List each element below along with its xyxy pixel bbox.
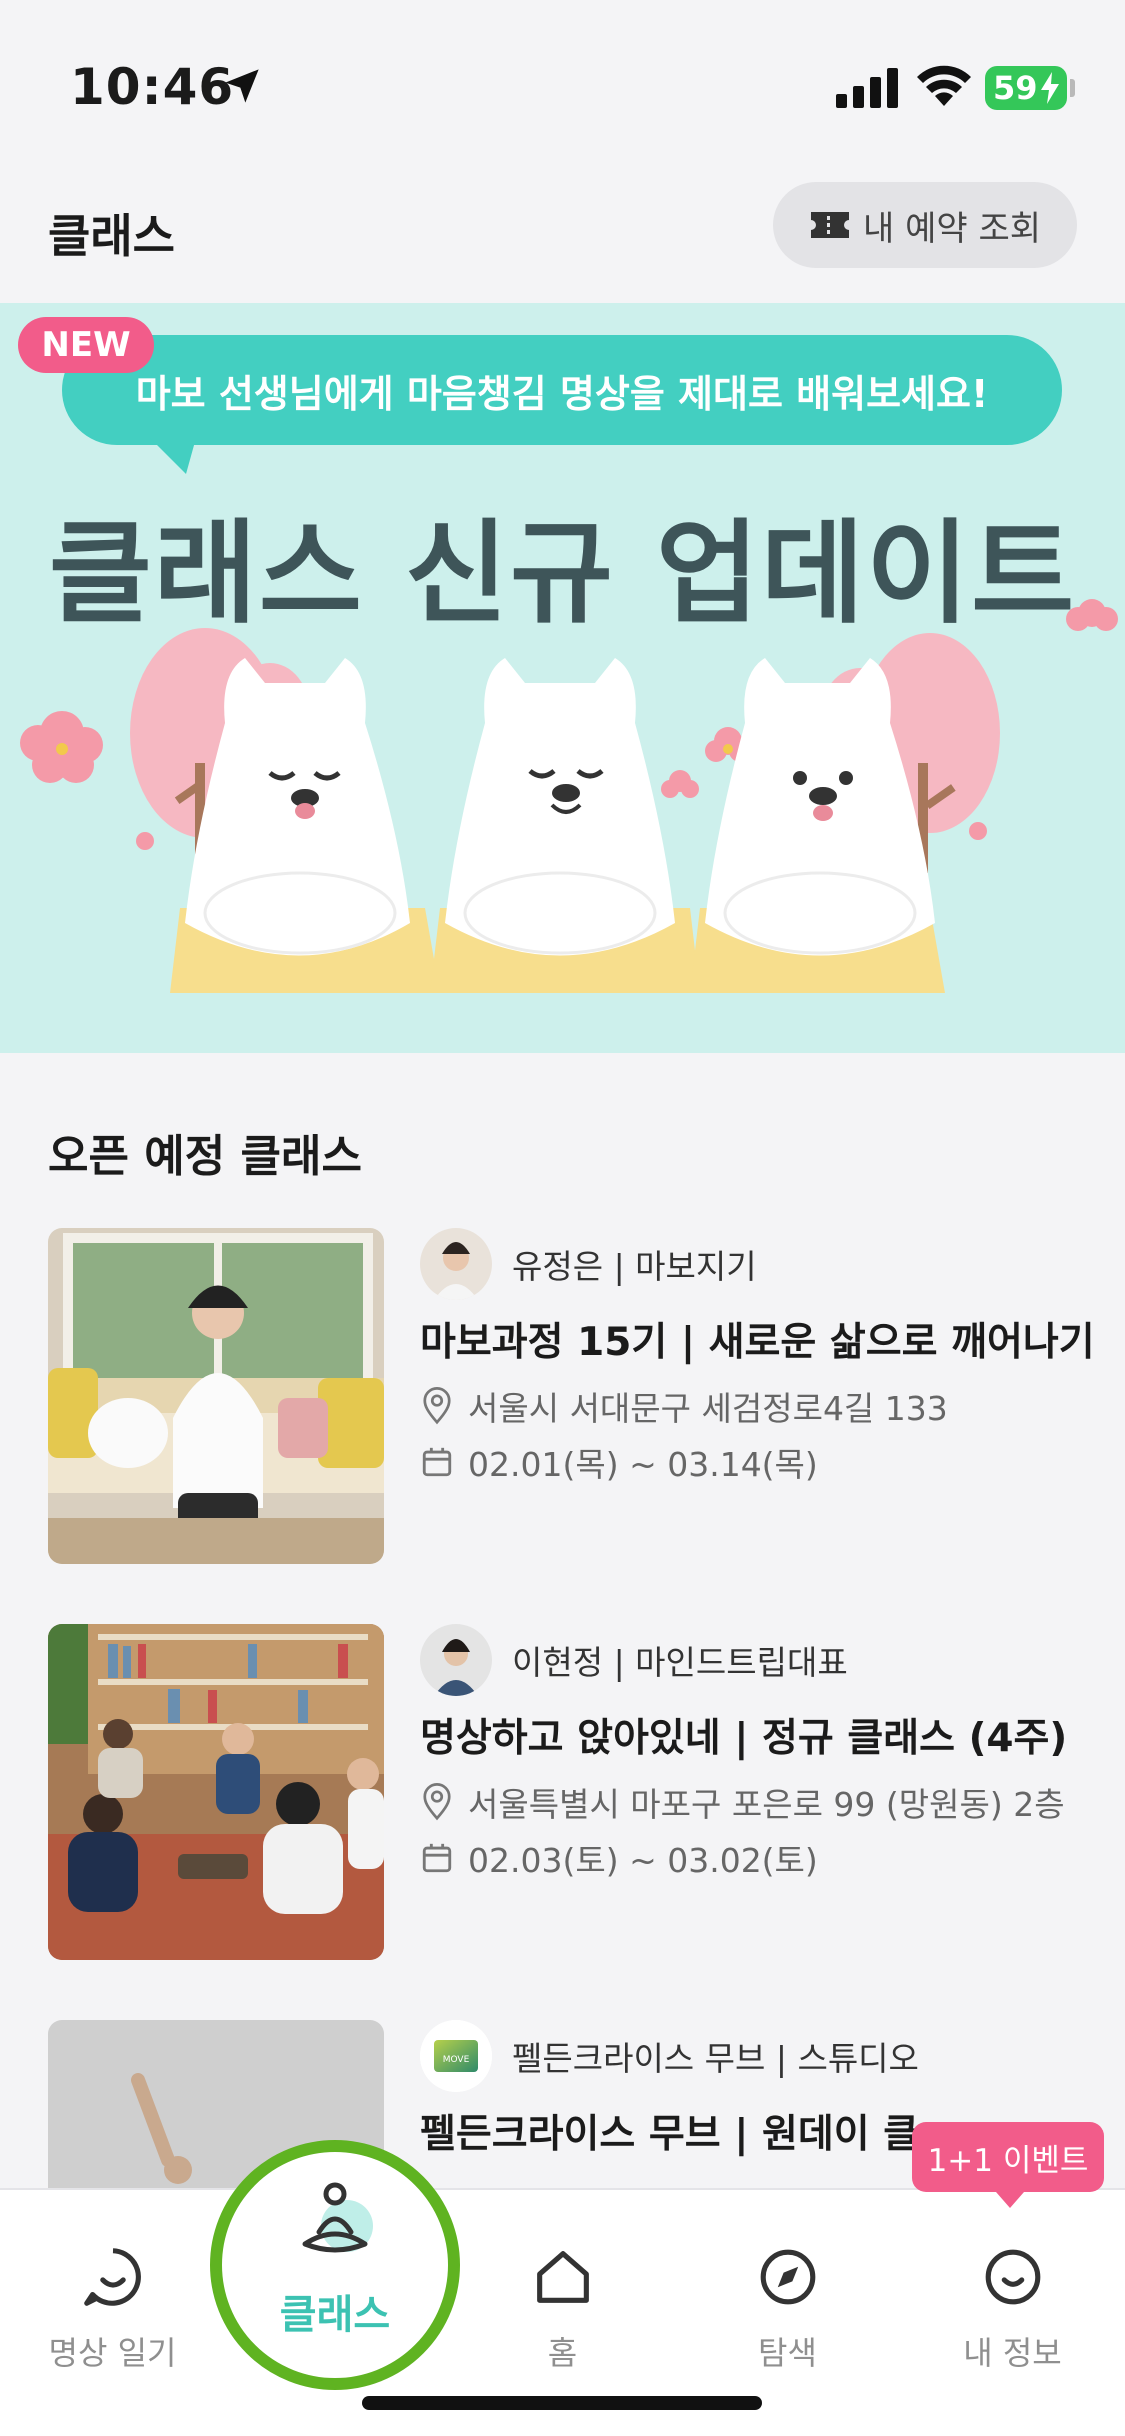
banner-bubble-text: 마보 선생님에게 마음챙김 명상을 제대로 배워보세요! xyxy=(135,371,989,416)
new-badge: NEW xyxy=(18,317,154,373)
smile-face-icon xyxy=(985,2249,1040,2305)
location-pin-icon xyxy=(423,1783,451,1821)
calendar-icon xyxy=(422,1447,452,1477)
date-text: 02.01(목) ~ 03.14(목) xyxy=(468,1445,818,1484)
tab-label: 탐색 xyxy=(758,2334,817,2372)
bubble-tail xyxy=(150,438,196,474)
charging-bolt-icon xyxy=(1041,72,1059,104)
class-location: 서울시 서대문구 세검정로4길 133 xyxy=(420,1382,1120,1430)
studio-logo: MOVE xyxy=(420,2020,492,2092)
tab-label: 클래스 xyxy=(279,2292,391,2338)
compass-icon xyxy=(760,2249,815,2305)
section-title: 오픈 예정 클래스 xyxy=(48,1131,362,1182)
location-arrow-icon xyxy=(225,69,259,103)
avatar xyxy=(420,1228,492,1300)
instructor-name: 유정은 | 마보지기 xyxy=(512,1247,757,1286)
battery-indicator: 59 xyxy=(985,66,1067,110)
wifi-icon xyxy=(917,65,971,106)
my-reservation-label: 내 예약 조회 xyxy=(862,208,1041,249)
class-card[interactable]: 이현정 | 마인드트립대표 명상하고 앉아있네 | 정규 클래스 (4주) 서울… xyxy=(48,1624,1078,1964)
tab-class[interactable]: 클래스 xyxy=(210,2140,460,2390)
battery-cap xyxy=(1070,79,1075,97)
promo-banner[interactable]: 마보 선생님에게 마음챙김 명상을 제대로 배워보세요! NEW 클래스 신규 … xyxy=(0,303,1125,1053)
date-text: 02.03(토) ~ 03.02(토) xyxy=(468,1841,818,1880)
banner-speech-bubble: 마보 선생님에게 마음챙김 명상을 제대로 배워보세요! xyxy=(62,335,1062,445)
tab-label: 홈 xyxy=(547,2334,578,2372)
class-title: 명상하고 앉아있네 | 정규 클래스 (4주) xyxy=(420,1716,1068,1761)
class-date: 02.01(목) ~ 03.14(목) xyxy=(420,1438,1120,1486)
class-info: 이현정 | 마인드트립대표 명상하고 앉아있네 | 정규 클래스 (4주) 서울… xyxy=(420,1624,1120,1882)
instructor-row: 유정은 | 마보지기 xyxy=(420,1228,1120,1300)
avatar xyxy=(420,1624,492,1696)
class-card[interactable]: 유정은 | 마보지기 마보과정 15기 | 새로운 삶으로 깨어나기 서울시 서… xyxy=(48,1228,1095,1568)
instructor-row: MOVE 펠든크라이스 무브 | 스튜디오 xyxy=(420,2020,1120,2092)
home-icon xyxy=(536,2251,589,2303)
instructor-row: 이현정 | 마인드트립대표 xyxy=(420,1624,1120,1696)
home-indicator xyxy=(362,2396,762,2410)
meditating-dogs-illustration xyxy=(20,599,1118,993)
ticket-icon xyxy=(810,212,849,238)
page-title: 클래스 xyxy=(48,209,175,263)
status-bar: 10:46 59 xyxy=(0,0,1125,170)
tab-my-info[interactable]: 내 정보 xyxy=(900,2190,1125,2390)
cellular-signal-icon xyxy=(836,68,898,108)
class-date: 02.03(토) ~ 03.02(토) xyxy=(420,1834,1120,1882)
location-text: 서울시 서대문구 세검정로4길 133 xyxy=(468,1389,948,1428)
location-text: 서울특별시 마포구 포은로 99 (망원동) 2층 xyxy=(468,1785,1065,1824)
tab-label: 명상 일기 xyxy=(48,2334,177,2372)
tab-home[interactable]: 홈 xyxy=(450,2190,675,2390)
tab-label: 내 정보 xyxy=(963,2334,1062,2372)
chat-smile-icon xyxy=(83,2248,141,2306)
class-thumbnail xyxy=(48,1228,384,1564)
tab-explore[interactable]: 탐색 xyxy=(675,2190,900,2390)
class-location: 서울특별시 마포구 포은로 99 (망원동) 2층 xyxy=(420,1778,1120,1826)
status-time: 10:46 xyxy=(70,58,235,116)
instructor-name: 이현정 | 마인드트립대표 xyxy=(512,1643,848,1682)
meditation-person-icon xyxy=(302,2182,373,2253)
calendar-icon xyxy=(422,1843,452,1873)
location-pin-icon xyxy=(423,1387,451,1425)
class-title: 마보과정 15기 | 새로운 삶으로 깨어나기 xyxy=(420,1320,1095,1365)
my-reservation-button[interactable]: 내 예약 조회 xyxy=(773,182,1077,268)
class-info: 유정은 | 마보지기 마보과정 15기 | 새로운 삶으로 깨어나기 서울시 서… xyxy=(420,1228,1120,1486)
studio-logo-text: MOVE xyxy=(443,2055,470,2065)
event-badge[interactable]: 1+1 이벤트 xyxy=(912,2122,1104,2208)
class-thumbnail xyxy=(48,1624,384,1960)
instructor-name: 펠든크라이스 무브 | 스튜디오 xyxy=(512,2039,919,2078)
tab-meditation-diary[interactable]: 명상 일기 xyxy=(0,2190,225,2390)
battery-level: 59 xyxy=(993,69,1038,107)
